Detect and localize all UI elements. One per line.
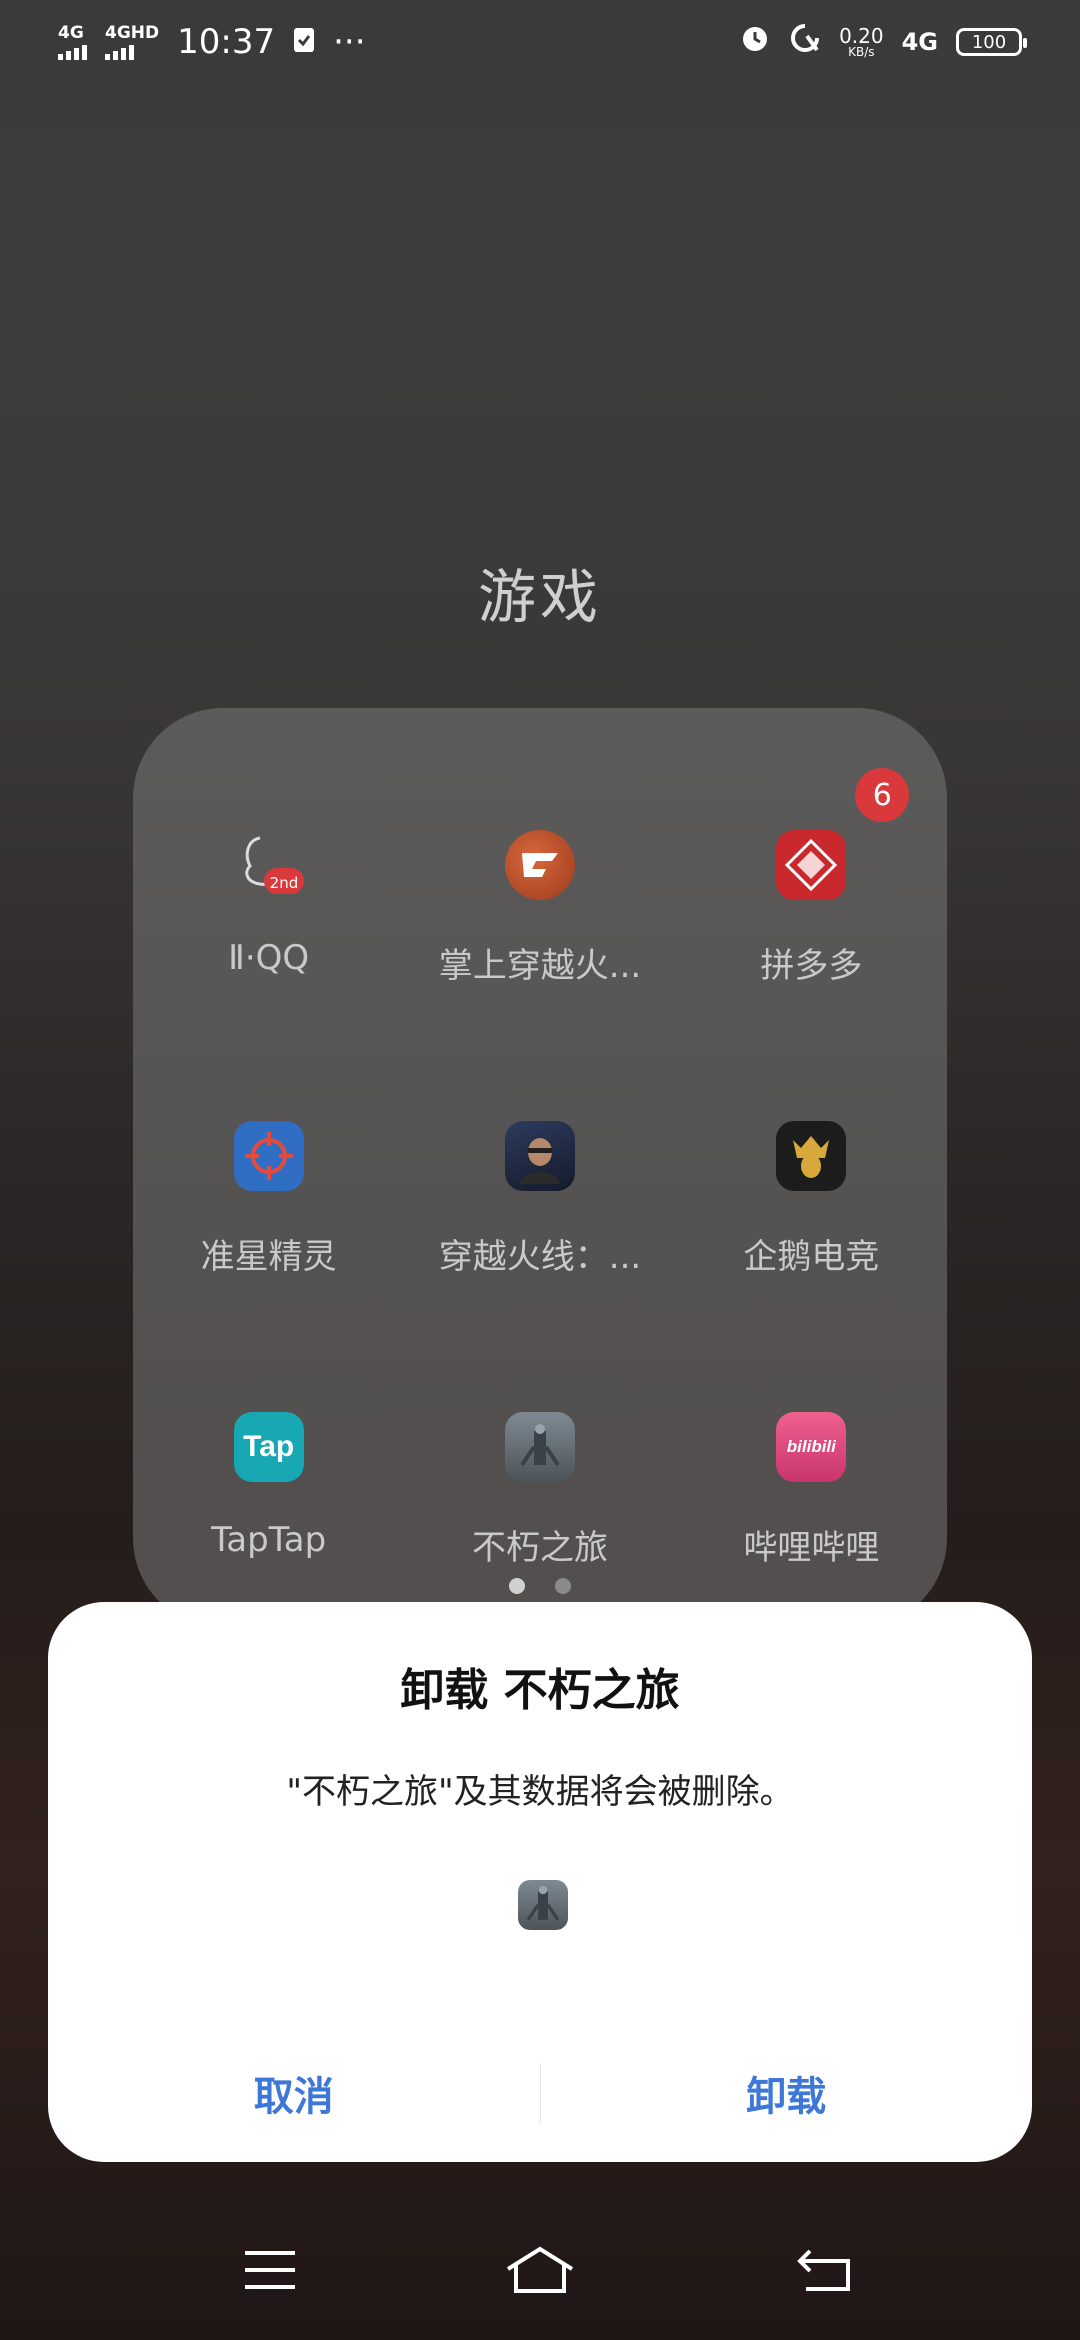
- immortal-journey-icon: [518, 1880, 568, 1930]
- qq-icon: 2nd: [234, 830, 304, 900]
- status-bar: 4G 4GHD 10:37 ··· 0.20 KB/s 4G 100: [0, 0, 1080, 84]
- data-saver-icon: [789, 22, 821, 63]
- cancel-button[interactable]: 取消: [48, 2048, 540, 2138]
- uninstall-dialog: 卸载 不朽之旅 "不朽之旅"及其数据将会被删除。 取消 卸载: [48, 1602, 1032, 2162]
- app-label: 掌上穿越火...: [438, 946, 642, 986]
- notification-badge: 6: [855, 768, 910, 822]
- clock: 10:37: [177, 22, 276, 62]
- app-crossfire-game[interactable]: 穿越火线：...: [404, 1059, 675, 1278]
- app-crossfire-mobile[interactable]: 掌上穿越火...: [404, 768, 675, 987]
- app-label: Ⅱ·QQ: [228, 938, 310, 978]
- signal-label-1: 4G: [58, 22, 84, 43]
- home-button[interactable]: [490, 2240, 590, 2300]
- bilibili-icon: bilibili: [776, 1412, 847, 1482]
- page-indicator[interactable]: [133, 1578, 947, 1594]
- app-label: 准星精灵: [200, 1237, 337, 1277]
- page-dot-active[interactable]: [509, 1578, 525, 1594]
- network-type: 4G: [901, 28, 938, 56]
- app-bilibili[interactable]: bilibili 哔哩哔哩: [676, 1350, 947, 1569]
- page-dot[interactable]: [555, 1578, 571, 1594]
- immortal-journey-icon: [504, 1412, 575, 1482]
- app-label: 不朽之旅: [471, 1528, 608, 1568]
- app-penguin-esports[interactable]: 企鹅电竞: [676, 1059, 947, 1278]
- crossfire-icon: [504, 830, 575, 900]
- taptap-icon-text: Tap: [243, 1430, 295, 1463]
- home-icon: [506, 2246, 574, 2293]
- app-label: 哔哩哔哩: [743, 1528, 880, 1568]
- menu-icon: [245, 2251, 295, 2289]
- bilibili-icon-text: bilibili: [786, 1437, 836, 1456]
- app-crosshair-sprite[interactable]: 准星精灵: [133, 1059, 404, 1278]
- crosshair-icon: [233, 1121, 304, 1191]
- more-notifications-icon: ···: [333, 22, 366, 62]
- app-taptap[interactable]: Tap TapTap: [133, 1350, 404, 1569]
- net-speed-unit: KB/s: [848, 45, 875, 59]
- app-pinduoduo[interactable]: 6 拼多多: [676, 768, 947, 987]
- signal-label-2: 4GHD: [105, 22, 160, 43]
- back-icon: [797, 2249, 850, 2291]
- app-immortal-journey[interactable]: 不朽之旅: [404, 1350, 675, 1569]
- folder-title[interactable]: 游戏: [0, 550, 1080, 634]
- battery-indicator: 100: [956, 28, 1027, 56]
- soldier-icon: [504, 1121, 575, 1191]
- app-label: 拼多多: [760, 946, 863, 986]
- uninstall-button[interactable]: 卸载: [541, 2048, 1033, 2138]
- net-speed-value: 0.20: [839, 24, 884, 48]
- navigation-bar: [0, 2230, 1080, 2320]
- menu-button[interactable]: [220, 2240, 320, 2300]
- app-qq[interactable]: 2nd Ⅱ·QQ: [133, 768, 404, 987]
- app-label: 企鹅电竞: [743, 1237, 880, 1277]
- dialog-message: "不朽之旅"及其数据将会被删除。: [286, 1772, 794, 1812]
- app-folder: 2nd Ⅱ·QQ 掌上穿越火... 6 拼多多 准星精灵 穿越火线：... 企鹅…: [133, 708, 947, 1628]
- pinduoduo-icon: [776, 830, 847, 900]
- back-button[interactable]: [774, 2240, 874, 2300]
- taptap-icon: Tap: [233, 1412, 304, 1482]
- clipboard-check-icon: [293, 22, 315, 62]
- qq-2nd-text: 2nd: [269, 874, 299, 892]
- signal-indicator-1: 4G: [58, 22, 87, 60]
- app-label: TapTap: [211, 1520, 327, 1560]
- penguin-esports-icon: [776, 1121, 847, 1191]
- alarm-icon: [739, 22, 771, 63]
- net-speed: 0.20 KB/s: [839, 26, 884, 58]
- app-label: 穿越火线：...: [438, 1237, 642, 1277]
- signal-indicator-2: 4GHD: [105, 22, 160, 60]
- dialog-title: 卸载 不朽之旅: [400, 1665, 680, 1716]
